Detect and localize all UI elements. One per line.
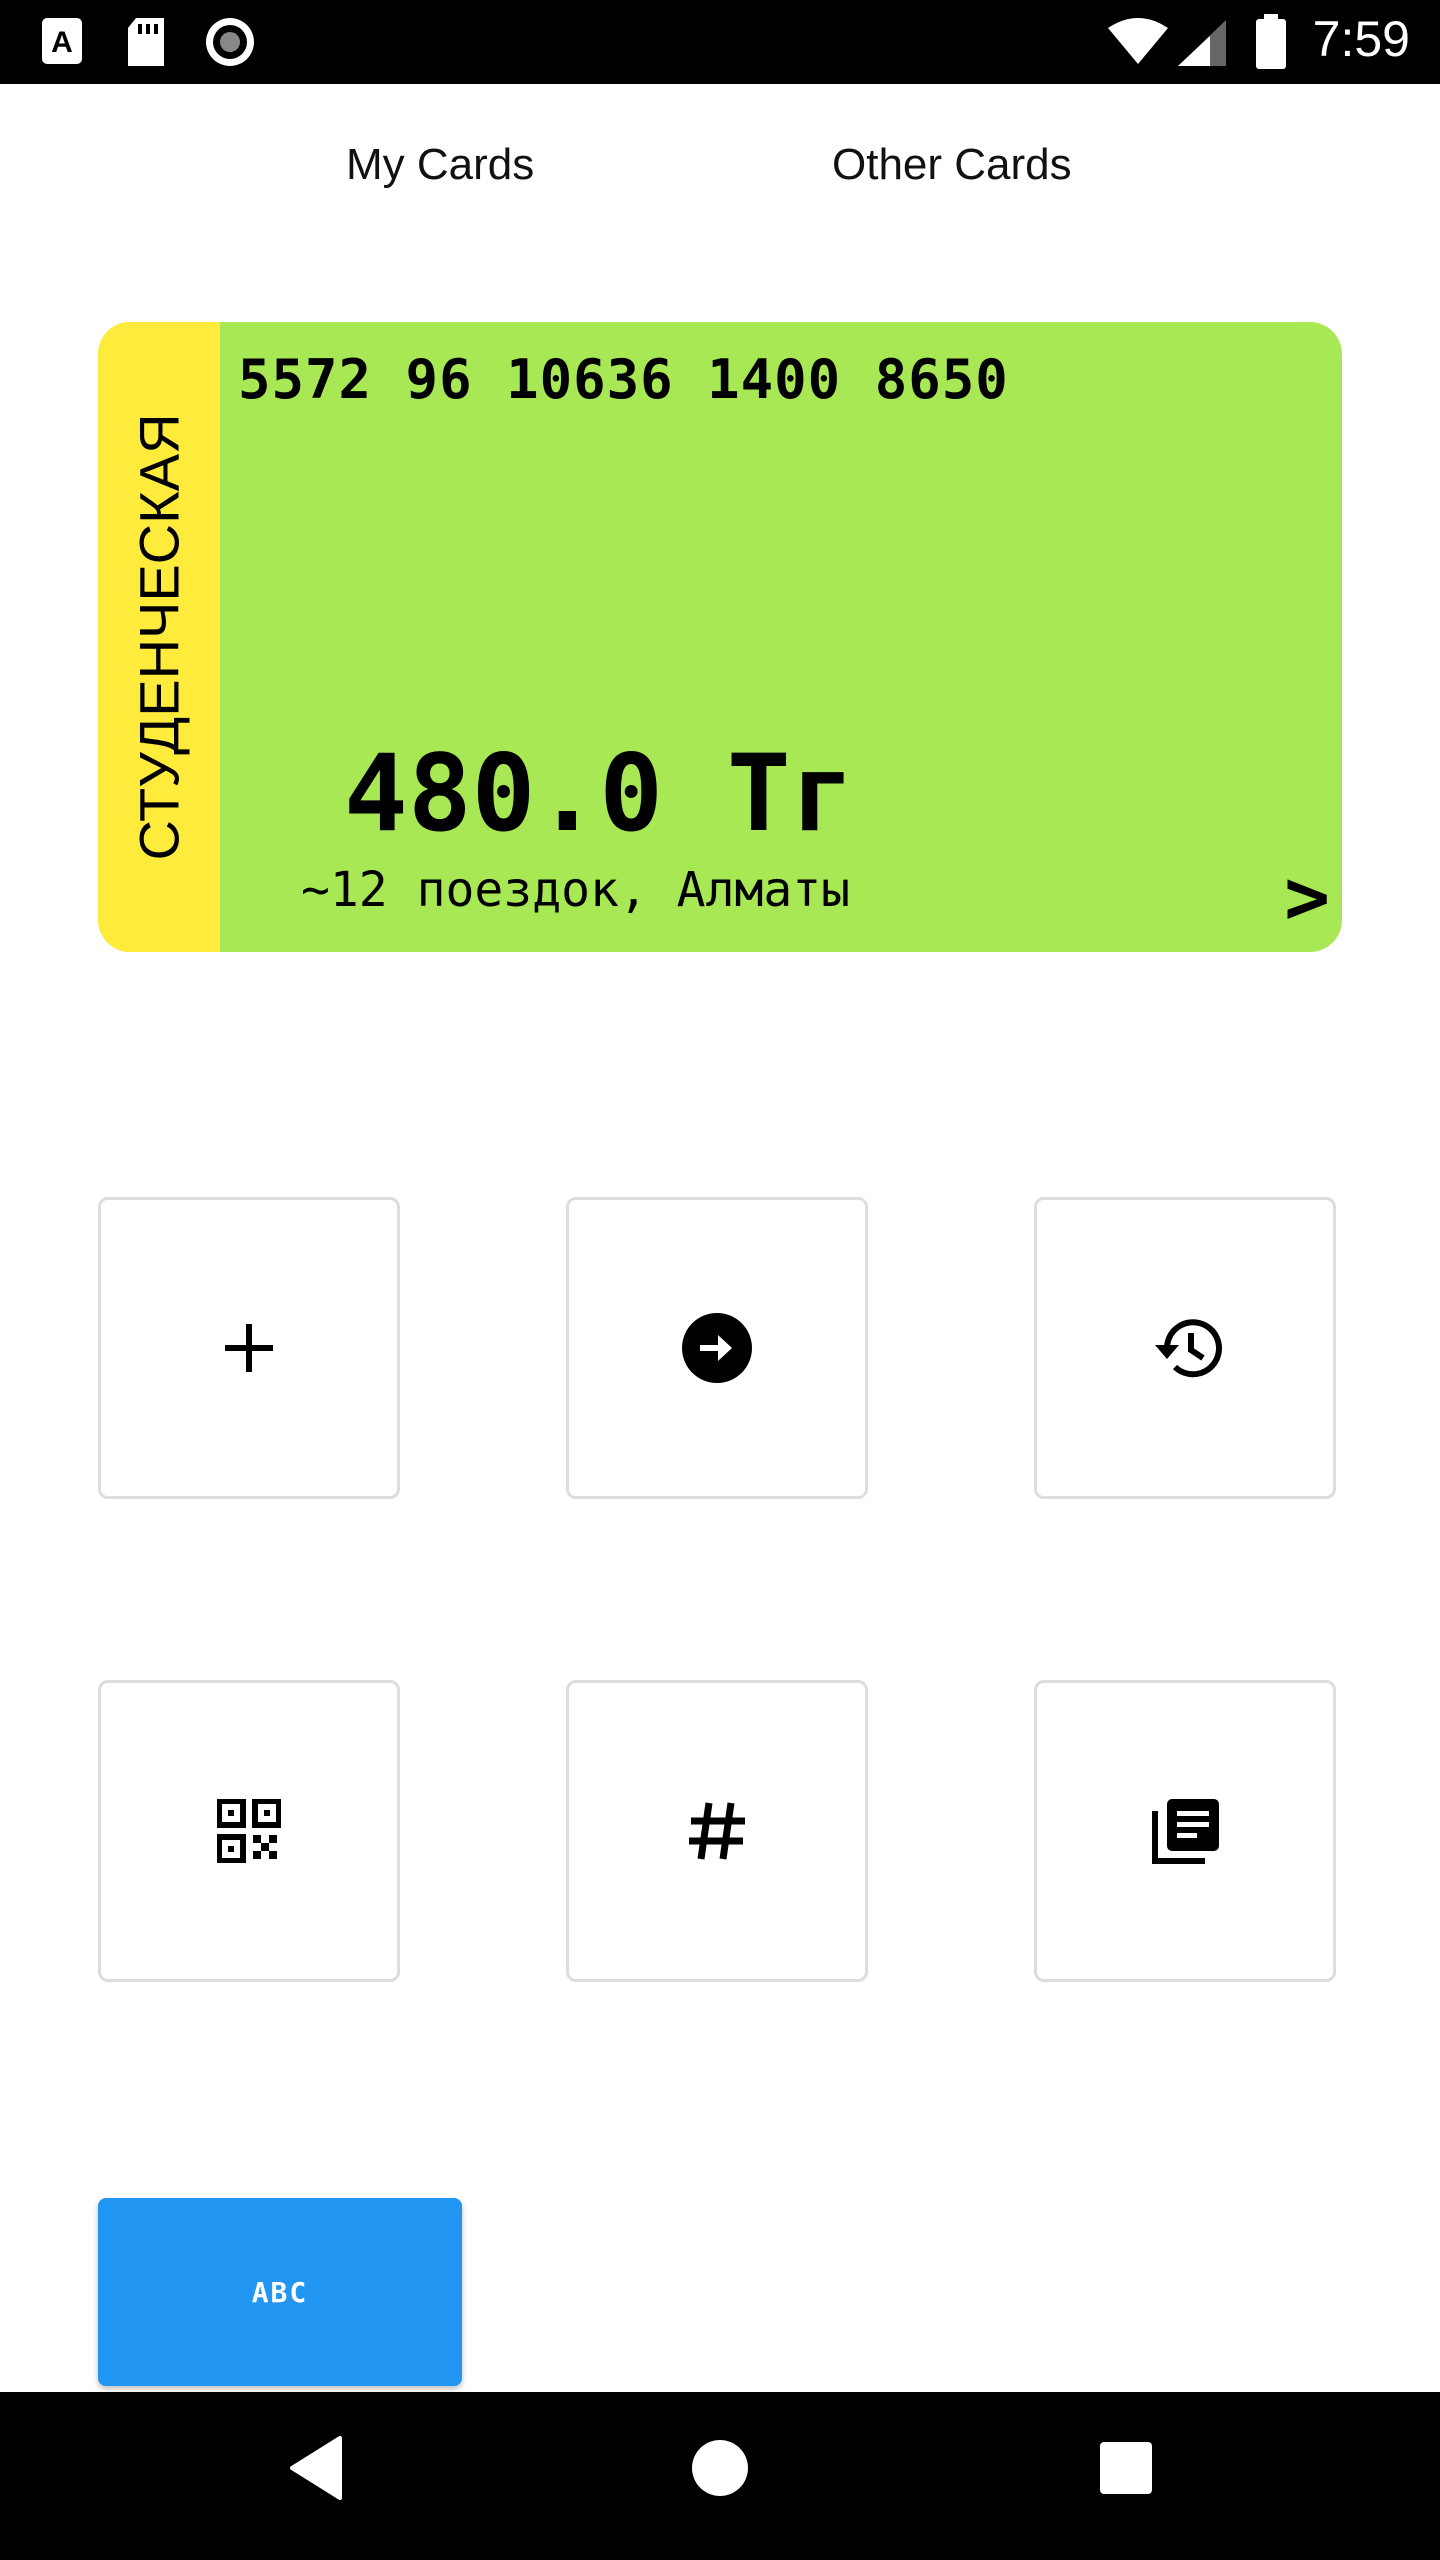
signal-icon: [1178, 20, 1226, 66]
card-number-entry-button[interactable]: [566, 1680, 868, 1982]
tab-other-cards[interactable]: Other Cards: [832, 140, 1072, 190]
qr-code-icon: [217, 1799, 281, 1863]
hash-icon: [689, 1802, 745, 1860]
wifi-icon: [1108, 18, 1168, 64]
sd-card-icon: [128, 18, 164, 66]
transport-card[interactable]: СТУДЕНЧЕСКАЯ 5572 96 10636 1400 8650 480…: [98, 322, 1342, 952]
card-details-arrow[interactable]: >: [1284, 852, 1330, 941]
a-notification-icon: A: [42, 18, 82, 64]
history-button[interactable]: [1034, 1197, 1336, 1499]
transfer-button[interactable]: [566, 1197, 868, 1499]
record-icon: [206, 18, 254, 66]
card-tabs: My Cards Other Cards: [0, 84, 1440, 254]
top-up-button[interactable]: [98, 1197, 400, 1499]
news-button[interactable]: [1034, 1680, 1336, 1982]
home-icon[interactable]: [690, 2438, 750, 2498]
status-bar: A 7:59: [0, 0, 1440, 84]
card-trips-info: ~12 поездок, Алматы: [301, 862, 851, 918]
qr-scan-button[interactable]: [98, 1680, 400, 1982]
card-type-label: СТУДЕНЧЕСКАЯ: [127, 413, 191, 861]
abc-button-label: ABC: [251, 2275, 309, 2309]
library-books-icon: [1152, 1799, 1219, 1864]
recents-icon[interactable]: [1098, 2440, 1154, 2496]
history-icon: [1155, 1319, 1222, 1378]
battery-icon: [1256, 14, 1286, 69]
back-icon[interactable]: [286, 2432, 346, 2504]
svg-text:A: A: [51, 26, 73, 59]
plus-icon: [225, 1324, 273, 1372]
arrow-right-circle-icon: [682, 1313, 752, 1383]
status-time: 7:59: [1312, 11, 1410, 67]
tab-my-cards[interactable]: My Cards: [346, 140, 534, 190]
navigation-bar: [0, 2392, 1440, 2560]
card-number: 5572 96 10636 1400 8650: [238, 348, 1009, 411]
card-balance: 480.0 Тг: [344, 732, 855, 855]
abc-button[interactable]: ABC: [98, 2198, 462, 2386]
